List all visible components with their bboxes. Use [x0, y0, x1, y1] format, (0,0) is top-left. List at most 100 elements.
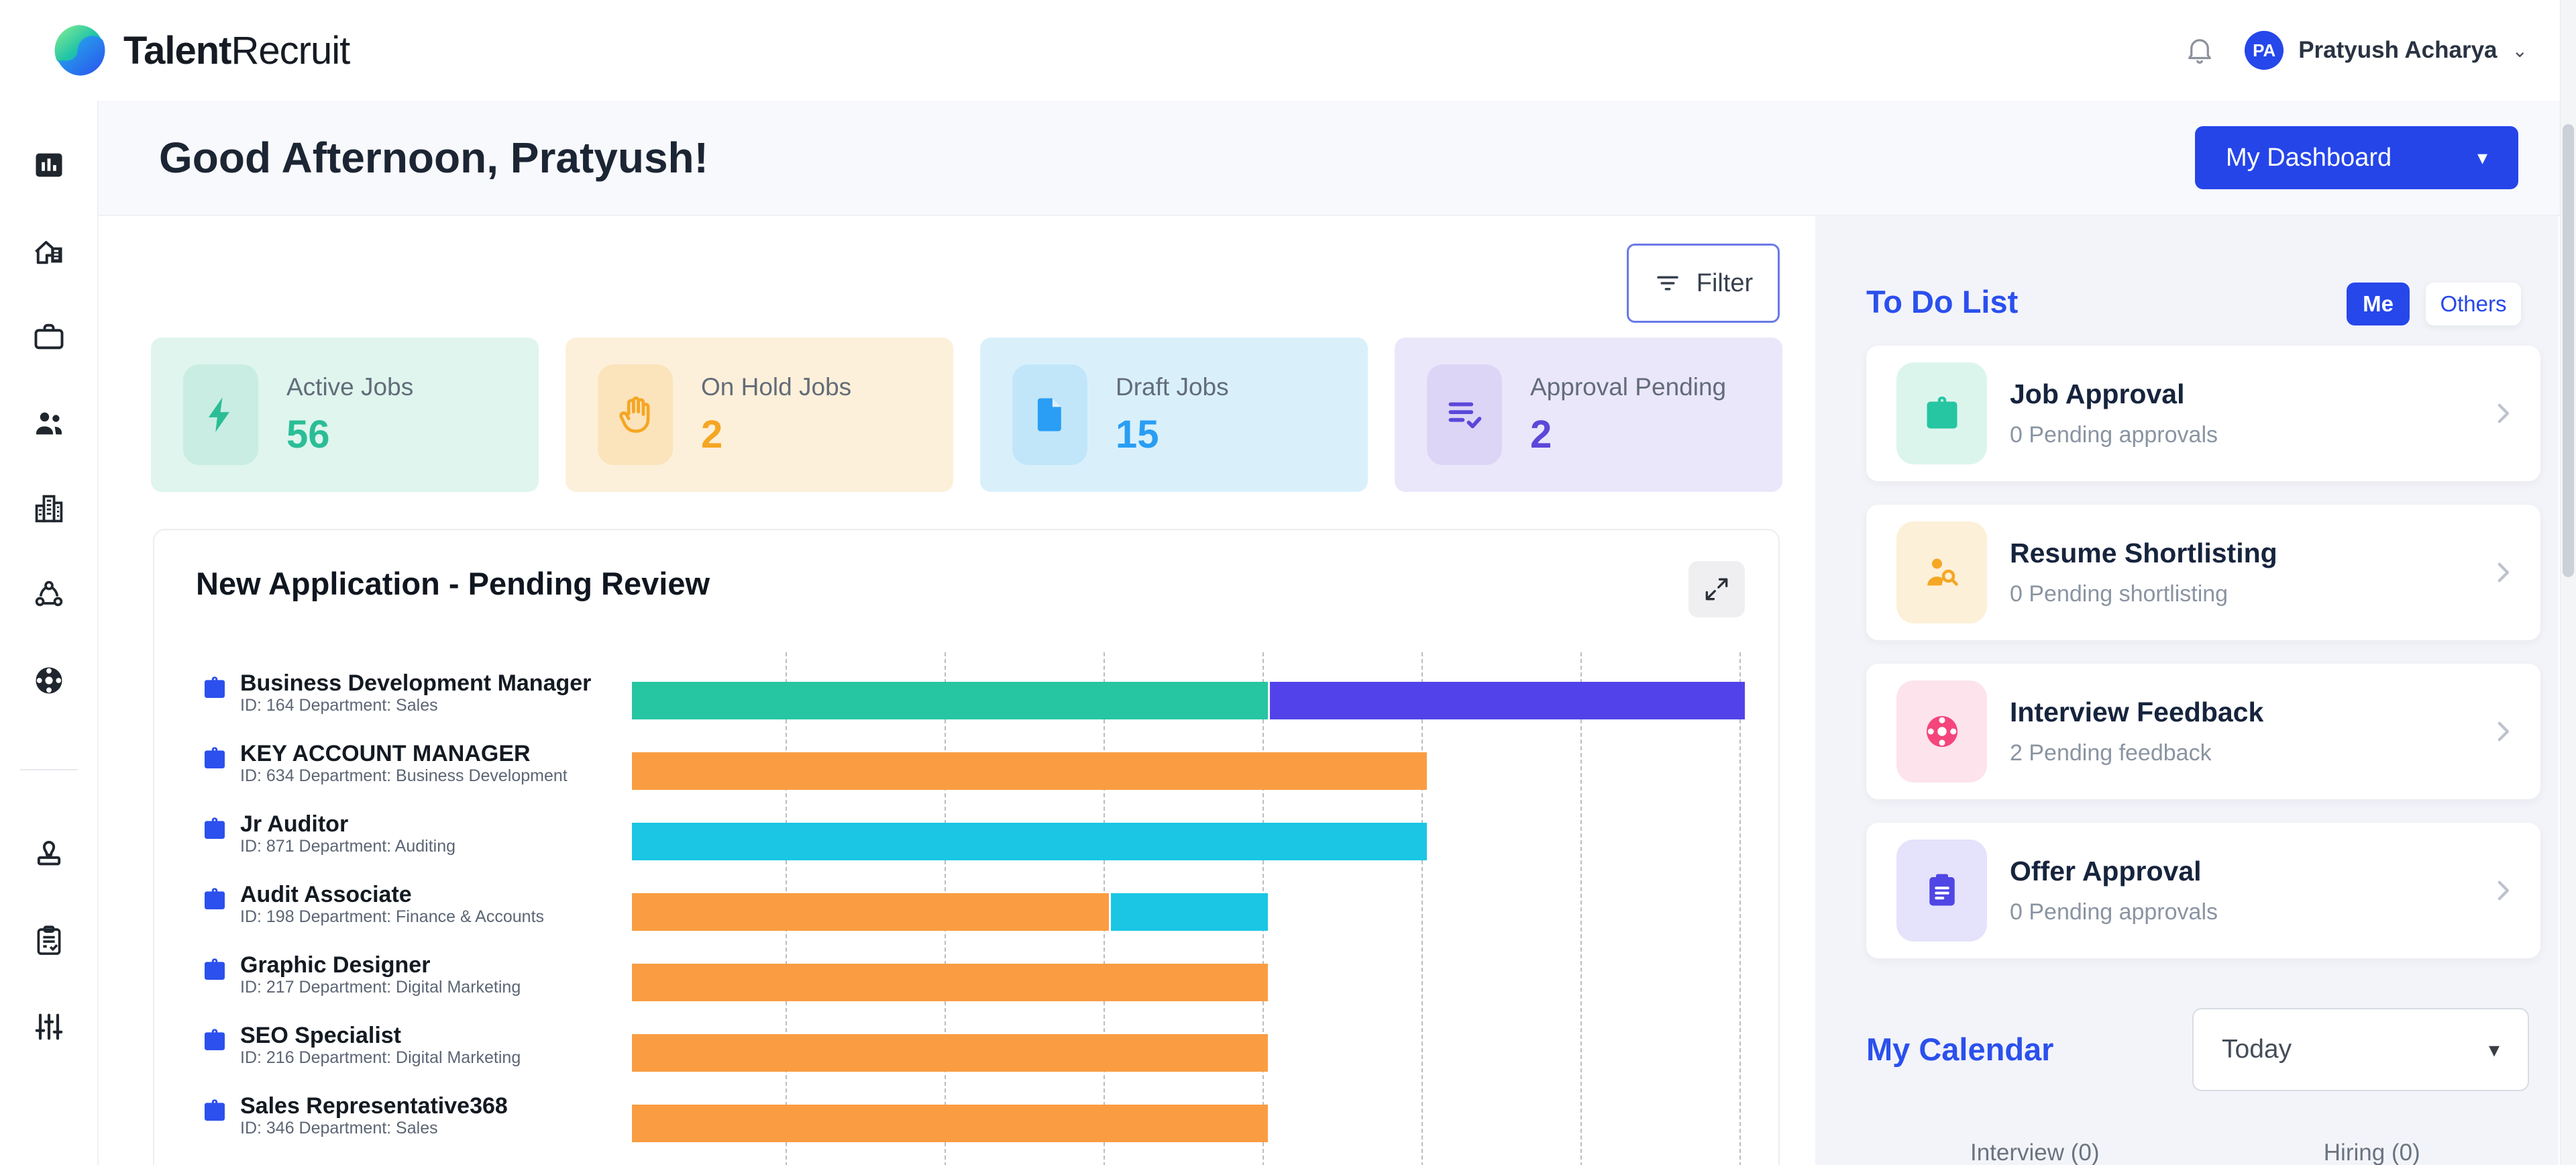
bar-stack[interactable]: [632, 752, 1427, 790]
todo-icon-chip: [1896, 521, 1987, 623]
bar-segment[interactable]: [632, 964, 1268, 1001]
todo-item[interactable]: Offer Approval 0 Pending approvals: [1866, 823, 2540, 958]
briefcase-icon: [201, 674, 228, 701]
bar-segment[interactable]: [632, 1105, 1268, 1142]
bar-stack[interactable]: [632, 682, 1745, 719]
todo-item-subtitle: 2 Pending feedback: [2010, 740, 2263, 766]
sidebar-candidates-icon[interactable]: [32, 405, 66, 440]
job-meta: ID: 216 Department: Digital Marketing: [240, 1048, 521, 1068]
stat-card[interactable]: Approval Pending 2: [1395, 338, 1782, 492]
todo-toggle: Me Others: [2347, 283, 2521, 325]
filter-button[interactable]: Filter: [1627, 244, 1780, 323]
notifications-bell-icon[interactable]: [2184, 35, 2215, 66]
bar-segment[interactable]: [1268, 682, 1745, 719]
chart-row: Jr Auditor ID: 871 Department: Auditing: [154, 806, 1778, 876]
stat-value: 2: [701, 412, 851, 457]
chart-row: SEO Specialist ID: 216 Department: Digit…: [154, 1017, 1778, 1088]
calendar-range-select[interactable]: Today ▾: [2192, 1008, 2529, 1091]
bar-segment[interactable]: [632, 682, 1268, 719]
chart-row: Business Development Manager ID: 164 Dep…: [154, 665, 1778, 736]
todo-item[interactable]: Job Approval 0 Pending approvals: [1866, 346, 2540, 481]
calendar-tabs: Interview (0) Hiring (0): [1866, 1139, 2540, 1165]
bar-segment[interactable]: [1109, 893, 1268, 931]
page-title: Good Afternoon, Pratyush!: [159, 133, 708, 183]
my-dashboard-button[interactable]: My Dashboard ▾: [2195, 126, 2518, 189]
talentrecruit-dashboard: TalentRecruit PA Pratyush Acharya ⌄ Good…: [0, 0, 2576, 1165]
brand-name-light: Recruit: [231, 29, 350, 72]
todo-item-title: Resume Shortlisting: [2010, 538, 2277, 569]
job-meta: ID: 164 Department: Sales: [240, 696, 591, 715]
bar-segment[interactable]: [632, 893, 1109, 931]
calendar-tab-hiring[interactable]: Hiring (0): [2204, 1139, 2541, 1165]
greeting-band: Good Afternoon, Pratyush! My Dashboard ▾: [99, 101, 2576, 216]
chart-row-label: Graphic Designer ID: 217 Department: Dig…: [240, 952, 521, 997]
sidebar-network-icon[interactable]: [32, 577, 66, 612]
job-meta: ID: 217 Department: Digital Marketing: [240, 978, 521, 997]
todo-toggle-me[interactable]: Me: [2347, 283, 2410, 325]
chevron-right-icon: [2489, 876, 2517, 905]
bar-segment[interactable]: [632, 1034, 1268, 1072]
sidebar-checklist-icon[interactable]: [32, 923, 66, 958]
job-title: Audit Associate: [240, 882, 544, 907]
stat-label: Active Jobs: [286, 373, 413, 401]
caret-down-icon: ▾: [2477, 146, 2487, 170]
stat-label: Approval Pending: [1530, 373, 1726, 401]
chart-rows: Business Development Manager ID: 164 Dep…: [154, 665, 1778, 1158]
filter-label: Filter: [1697, 269, 1753, 298]
job-title: SEO Specialist: [240, 1023, 521, 1048]
todo-item-title: Job Approval: [2010, 378, 2218, 410]
page-scrollbar[interactable]: [2560, 0, 2576, 1165]
todo-item[interactable]: Interview Feedback 2 Pending feedback: [1866, 664, 2540, 799]
sidebar-sliders-icon[interactable]: [32, 1009, 66, 1044]
stat-text: Draft Jobs 15: [1116, 373, 1229, 457]
sidebar-home-requisition-icon[interactable]: [32, 234, 66, 268]
sidebar-dashboard-icon[interactable]: [32, 148, 66, 183]
chart-row: Audit Associate ID: 198 Department: Fina…: [154, 876, 1778, 947]
chevron-right-icon: [2489, 717, 2517, 746]
todo-toggle-others[interactable]: Others: [2426, 283, 2521, 325]
stat-card[interactable]: Draft Jobs 15: [980, 338, 1368, 492]
bar-stack[interactable]: [632, 893, 1268, 931]
calendar-tab-interview[interactable]: Interview (0): [1866, 1139, 2204, 1165]
stat-card[interactable]: Active Jobs 56: [151, 338, 539, 492]
chart-row-label: KEY ACCOUNT MANAGER ID: 634 Department: …: [240, 741, 568, 786]
bar-stack[interactable]: [632, 964, 1268, 1001]
top-bar: TalentRecruit PA Pratyush Acharya ⌄: [0, 0, 2576, 101]
todo-text: Job Approval 0 Pending approvals: [2010, 378, 2218, 448]
job-meta: ID: 871 Department: Auditing: [240, 837, 455, 856]
brand-logo-icon: [52, 23, 107, 78]
stat-value: 15: [1116, 412, 1229, 457]
calendar-title: My Calendar: [1866, 1031, 2053, 1068]
stat-card[interactable]: On Hold Jobs 2: [566, 338, 953, 492]
todo-item-title: Interview Feedback: [2010, 697, 2263, 728]
stat-value: 56: [286, 412, 413, 457]
stat-value: 2: [1530, 412, 1726, 457]
expand-button[interactable]: [1688, 561, 1745, 617]
todo-icon-chip: [1896, 840, 1987, 942]
user-menu[interactable]: PA Pratyush Acharya ⌄: [2245, 31, 2528, 70]
scrollbar-thumb[interactable]: [2563, 124, 2574, 577]
stat-label: Draft Jobs: [1116, 373, 1229, 401]
chart-row: Sales Representative368 ID: 346 Departme…: [154, 1088, 1778, 1158]
sidebar-wheel-icon[interactable]: [32, 663, 66, 698]
briefcase-icon: [201, 1097, 228, 1124]
sidebar-company-icon[interactable]: [32, 491, 66, 526]
caret-down-icon: ▾: [2489, 1037, 2500, 1062]
bar-segment[interactable]: [632, 752, 1427, 790]
bar-stack[interactable]: [632, 1034, 1268, 1072]
filter-icon: [1654, 269, 1682, 297]
bar-stack[interactable]: [632, 1105, 1268, 1142]
bar-segment[interactable]: [632, 823, 1427, 860]
user-name: Pratyush Acharya: [2298, 37, 2497, 64]
sidebar-stamp-icon[interactable]: [32, 838, 66, 872]
stat-icon-chip: [1012, 364, 1087, 465]
bar-stack[interactable]: [632, 823, 1427, 860]
todo-item[interactable]: Resume Shortlisting 0 Pending shortlisti…: [1866, 505, 2540, 640]
sidebar: [0, 101, 99, 1165]
job-meta: ID: 198 Department: Finance & Accounts: [240, 907, 544, 927]
sidebar-divider: [20, 769, 78, 770]
chart-row-label: SEO Specialist ID: 216 Department: Digit…: [240, 1023, 521, 1068]
brand-logo[interactable]: TalentRecruit: [52, 23, 350, 78]
stat-cards-row: Active Jobs 56 On Hold Jobs 2 Draft Jobs…: [151, 338, 1782, 492]
sidebar-jobs-briefcase-icon[interactable]: [32, 319, 66, 354]
